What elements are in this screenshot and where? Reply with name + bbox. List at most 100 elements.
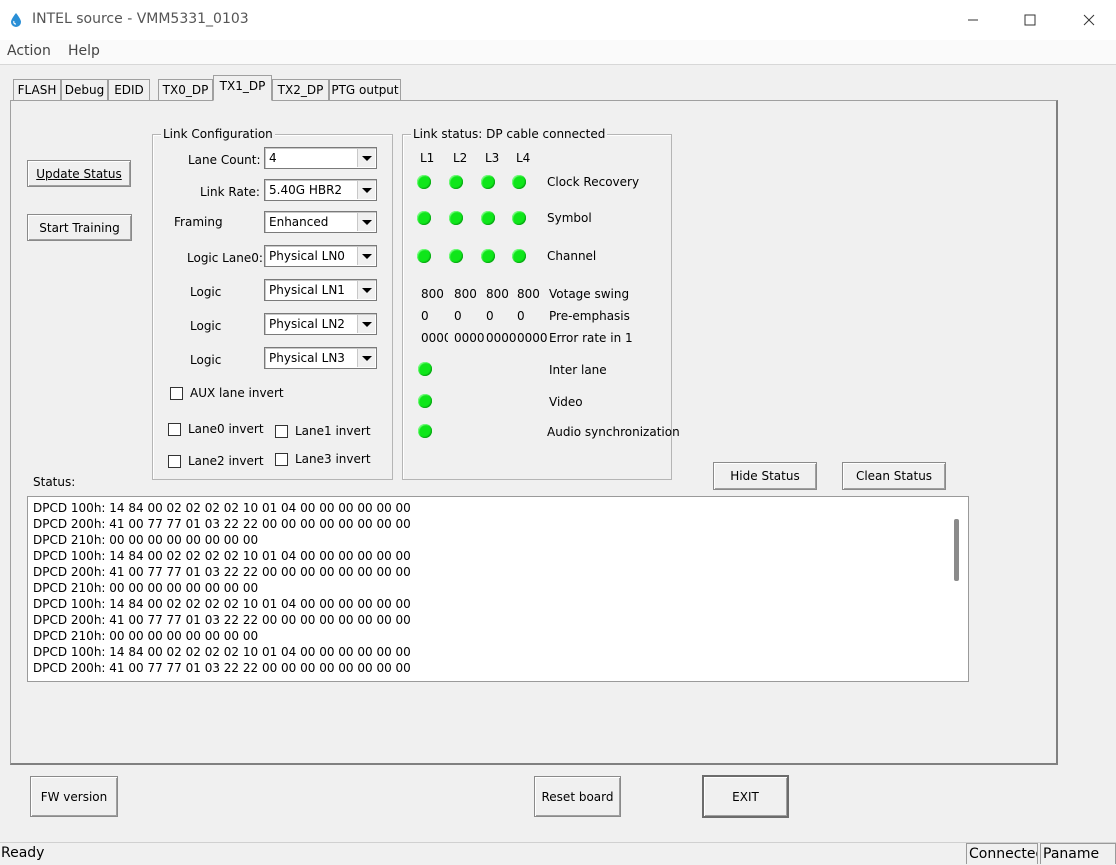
voltage-swing-label: Votage swing: [549, 287, 630, 301]
tab-debug[interactable]: Debug: [61, 79, 108, 100]
symbol-l2-led: [449, 211, 463, 225]
video-label: Video: [549, 395, 583, 409]
log-line: DPCD 200h: 41 00 77 77 01 03 22 22 00 00…: [33, 565, 411, 579]
tab-flash[interactable]: FLASH: [13, 79, 61, 100]
minimize-button[interactable]: [944, 0, 1002, 40]
minimize-icon: [968, 19, 978, 21]
fw-version-label: FW version: [40, 789, 108, 804]
logic-lane3-value: Physical LN3: [269, 351, 345, 365]
log-line: DPCD 100h: 14 84 00 02 02 02 02 10 01 04…: [33, 597, 411, 611]
log-line: DPCD 100h: 14 84 00 02 02 02 02 10 01 04…: [33, 645, 411, 659]
error-rate-l1: 0000: [421, 331, 448, 345]
lane-header: L1: [420, 151, 435, 165]
lane-count-value: 4: [269, 151, 277, 165]
inter-lane-label: Inter lane: [549, 363, 607, 377]
logic-lane1-value: Physical LN1: [269, 283, 345, 297]
channel-l4-led: [512, 249, 526, 263]
reset-board-button[interactable]: Reset board: [534, 776, 621, 817]
link-config-title: Link Configuration: [161, 127, 275, 141]
chevron-down-icon[interactable]: [357, 213, 375, 231]
clock-recovery-l3-led: [481, 175, 495, 189]
chevron-down-icon[interactable]: [357, 315, 375, 333]
lane-count-select[interactable]: 4: [264, 147, 377, 169]
log-line: DPCD 200h: 41 00 77 77 01 03 22 22 00 00…: [33, 613, 411, 627]
lane1-invert-checkbox[interactable]: [275, 425, 288, 438]
start-training-button[interactable]: Start Training: [27, 214, 132, 241]
lane1-invert-label: Lane1 invert: [295, 424, 371, 438]
lane-count-label: Lane Count:: [188, 153, 261, 167]
tab-edid[interactable]: EDID: [108, 79, 150, 100]
aux-invert-checkbox[interactable]: [170, 387, 183, 400]
lane3-invert-checkbox[interactable]: [275, 453, 288, 466]
pre-emphasis-l1: 0: [421, 309, 429, 323]
log-line: DPCD 210h: 00 00 00 00 00 00 00 00: [33, 533, 259, 547]
symbol-l1-led: [417, 211, 431, 225]
channel-l3-led: [481, 249, 495, 263]
menu-action[interactable]: Action: [7, 43, 51, 59]
tab-ptg-output[interactable]: PTG output: [329, 79, 401, 100]
menu-help[interactable]: Help: [68, 43, 100, 59]
clock-recovery-label: Clock Recovery: [547, 175, 640, 189]
framing-value: Enhanced: [269, 215, 329, 229]
lane-header: L3: [485, 151, 500, 165]
menu-bar: [0, 40, 1116, 65]
fw-version-button[interactable]: FW version: [30, 776, 118, 817]
update-status-label: Update Status: [36, 166, 122, 181]
lane2-invert-checkbox[interactable]: [168, 455, 181, 468]
link-rate-value: 5.40G HBR2: [269, 183, 343, 197]
exit-button[interactable]: EXIT: [702, 775, 789, 818]
voltage-swing-l4: 800: [517, 287, 540, 301]
lane2-invert-label: Lane2 invert: [188, 454, 264, 468]
error-rate-l4: 0000: [517, 331, 548, 345]
droplet-icon: [11, 13, 21, 27]
error-rate-l3: 0000: [486, 331, 517, 345]
chevron-down-icon[interactable]: [357, 247, 375, 265]
inter-lane-led: [418, 362, 432, 376]
maximize-icon: [1024, 14, 1036, 26]
chevron-down-icon[interactable]: [357, 149, 375, 167]
logic-lane0-value: Physical LN0: [269, 249, 345, 263]
chevron-down-icon[interactable]: [357, 349, 375, 367]
audio-sync-led: [418, 424, 432, 438]
reset-board-label: Reset board: [541, 789, 614, 804]
lane-header: L2: [453, 151, 468, 165]
clean-status-button[interactable]: Clean Status: [842, 462, 946, 490]
lane0-invert-label: Lane0 invert: [188, 422, 264, 436]
chevron-down-icon[interactable]: [357, 281, 375, 299]
tab-tx0-dp[interactable]: TX0_DP: [158, 79, 213, 100]
tab-tx1-dp[interactable]: TX1_DP: [213, 75, 272, 101]
log-line: DPCD 100h: 14 84 00 02 02 02 02 10 01 04…: [33, 549, 411, 563]
lane0-invert-checkbox[interactable]: [168, 423, 181, 436]
framing-label: Framing: [174, 215, 223, 229]
hide-status-button[interactable]: Hide Status: [713, 462, 817, 490]
channel-label: Channel: [547, 249, 597, 263]
maximize-button[interactable]: [1001, 0, 1059, 40]
pre-emphasis-label: Pre-emphasis: [549, 309, 630, 323]
symbol-l4-led: [512, 211, 526, 225]
update-status-button[interactable]: Update Status: [27, 160, 131, 187]
exit-label: EXIT: [732, 789, 759, 804]
status-log[interactable]: DPCD 100h: 14 84 00 02 02 02 02 10 01 04…: [27, 496, 969, 682]
logic-lane2-select[interactable]: Physical LN2: [264, 313, 377, 335]
link-status-title: Link status: DP cable connected: [411, 127, 608, 141]
logic-lane0-select[interactable]: Physical LN0: [264, 245, 377, 267]
framing-select[interactable]: Enhanced: [264, 211, 377, 233]
voltage-swing-l3: 800: [486, 287, 509, 301]
symbol-label: Symbol: [547, 211, 592, 225]
channel-l1-led: [417, 249, 431, 263]
pre-emphasis-l3: 0: [486, 309, 494, 323]
lane3-invert-label: Lane3 invert: [295, 452, 371, 466]
status-scrollbar[interactable]: [954, 519, 959, 581]
close-icon: [1083, 14, 1095, 26]
status-label: Status:: [33, 475, 76, 489]
status-bar: [0, 842, 1116, 865]
close-button[interactable]: [1060, 0, 1116, 40]
logic-lane1-select[interactable]: Physical LN1: [264, 279, 377, 301]
hide-status-label: Hide Status: [730, 469, 800, 483]
logic-lane3-select[interactable]: Physical LN3: [264, 347, 377, 369]
chevron-down-icon[interactable]: [357, 181, 375, 199]
start-training-label: Start Training: [39, 220, 120, 235]
pre-emphasis-l4: 0: [517, 309, 525, 323]
tab-tx2-dp[interactable]: TX2_DP: [272, 79, 329, 100]
link-rate-select[interactable]: 5.40G HBR2: [264, 179, 377, 201]
